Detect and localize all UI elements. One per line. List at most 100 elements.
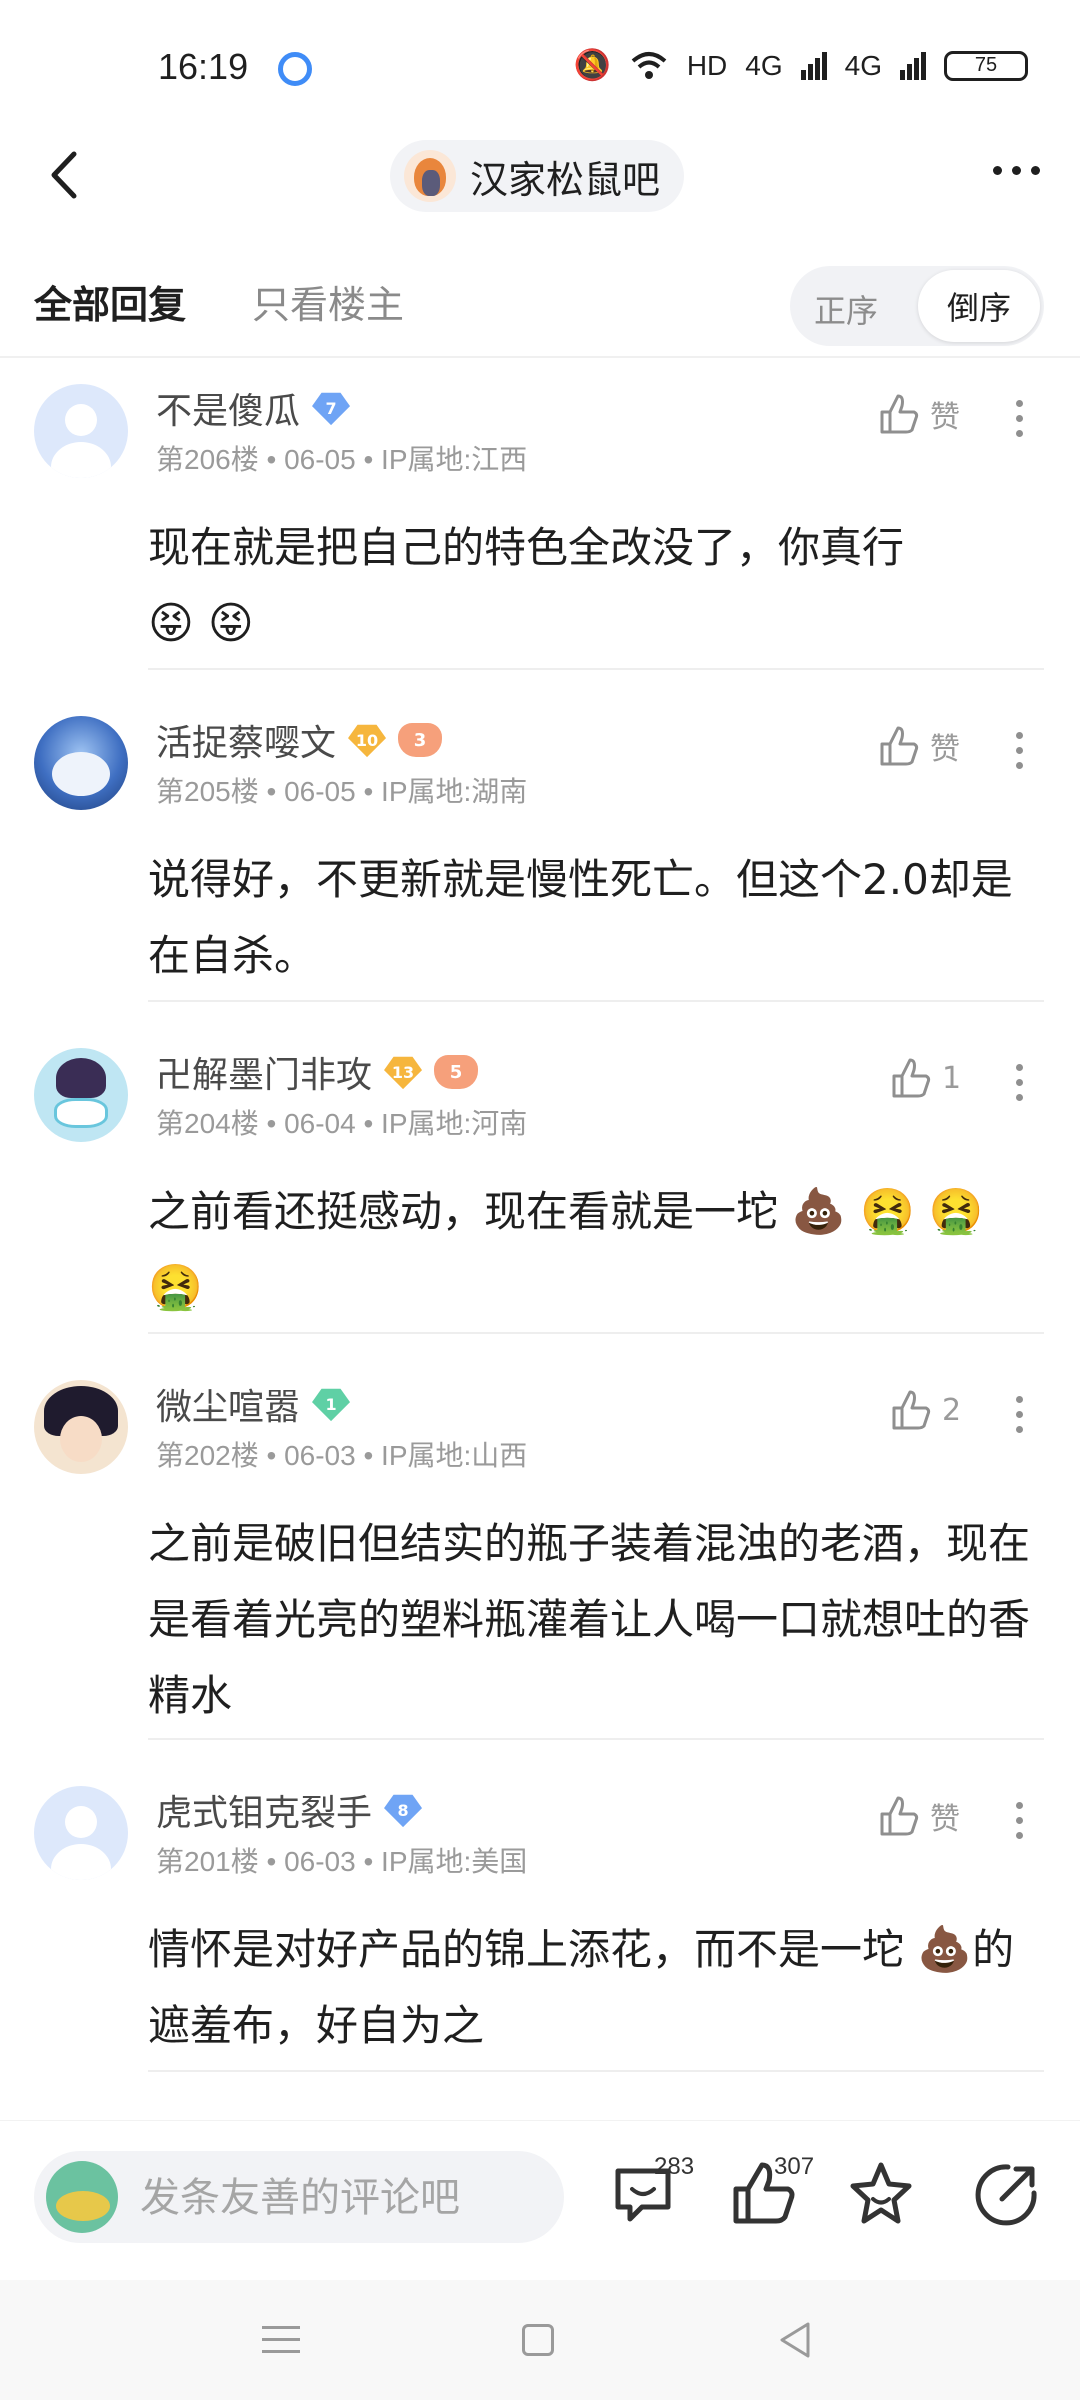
like-button[interactable]: 赞 — [876, 1794, 960, 1838]
share-button[interactable] — [972, 2159, 1052, 2239]
like-button[interactable]: 赞 — [876, 392, 960, 436]
like-button[interactable]: 赞 — [876, 724, 960, 768]
comment-item: 卍解墨门非攻 13 5 第204楼 • 06-04 • IP属地:河南 1 之前… — [0, 1024, 1080, 1334]
signal-icon-2 — [900, 51, 926, 80]
system-navigation-bar — [0, 2280, 1080, 2400]
thumbs-up-icon — [880, 726, 919, 766]
divider — [148, 1000, 1044, 1002]
status-bar: 16:19 🔕 HD 4G 4G 75 — [0, 0, 1080, 120]
comment-content: 说得好，不更新就是慢性死亡。但这个2.0却是在自杀。 — [148, 855, 1013, 980]
comment-meta: 第204楼 • 06-04 • IP属地:河南 — [156, 1108, 528, 1139]
back-icon[interactable] — [44, 150, 84, 200]
username[interactable]: 不是傻瓜 — [156, 382, 300, 434]
sort-asc-button[interactable]: 正序 — [814, 286, 878, 332]
network-label-2: 4G — [844, 49, 882, 81]
comment-more-icon[interactable] — [1016, 400, 1023, 437]
comment-more-icon[interactable] — [1016, 1064, 1023, 1101]
like-count: 2 — [942, 1392, 962, 1428]
forum-link[interactable]: 汉家松鼠吧 — [390, 140, 685, 212]
status-time: 16:19 — [158, 46, 249, 87]
emoji-group: 😝 😝 — [148, 598, 254, 649]
battery-indicator: 75 — [944, 50, 1028, 81]
comment-content: 情怀是对好产品的锦上添花，而不是一坨 💩的遮羞布，好自为之 — [148, 1912, 1048, 2064]
system-back-icon[interactable] — [776, 2320, 816, 2360]
comment-more-icon[interactable] — [1016, 1396, 1023, 1433]
wifi-icon — [631, 51, 667, 79]
like-post-button[interactable]: 307 — [728, 2153, 814, 2239]
mute-icon: 🔕 — [573, 49, 611, 82]
thumbs-up-icon — [880, 394, 919, 434]
avatar[interactable] — [34, 384, 128, 478]
hd-label: HD — [686, 49, 728, 81]
comment-count: 283 — [654, 2153, 695, 2180]
comment-meta: 第201楼 • 06-03 • IP属地:美国 — [156, 1846, 528, 1877]
network-label-1: 4G — [745, 49, 783, 81]
thumbs-up-icon — [892, 1058, 931, 1098]
sort-toggle: 正序 倒序 — [790, 266, 1044, 346]
emoji: 💩 — [917, 1924, 973, 1975]
more-options-icon[interactable] — [993, 166, 1040, 175]
comment-more-icon[interactable] — [1016, 732, 1023, 769]
like-button[interactable]: 1 — [888, 1056, 961, 1100]
comment-meta: 第205楼 • 06-05 • IP属地:湖南 — [156, 776, 528, 807]
comment-item: 虎式钼克裂手 8 第201楼 • 06-03 • IP属地:美国 赞 情怀是对好… — [0, 1762, 1080, 2072]
tab-all-replies[interactable]: 全部回复 — [34, 274, 186, 329]
like-label: 赞 — [930, 400, 960, 435]
like-count: 307 — [774, 2153, 815, 2180]
like-button[interactable]: 2 — [888, 1388, 961, 1432]
username[interactable]: 卍解墨门非攻 — [156, 1046, 372, 1098]
divider — [148, 1332, 1044, 1334]
forum-name: 汉家松鼠吧 — [470, 157, 661, 202]
comment-text: 现在就是把自己的特色全改没了，你真行 — [148, 523, 905, 572]
comment-content: 之前看还挺感动，现在看就是一坨 💩 🤮 🤮 🤮 — [148, 1174, 1048, 1326]
divider — [148, 668, 1044, 670]
avatar[interactable] — [34, 1048, 128, 1142]
divider — [148, 2070, 1044, 2072]
sort-desc-button[interactable]: 倒序 — [918, 270, 1040, 342]
like-count: 1 — [942, 1060, 962, 1096]
fan-badge: 5 — [434, 1055, 479, 1089]
like-label: 赞 — [930, 732, 960, 767]
status-indicators: 🔕 HD 4G 4G 75 — [573, 48, 1028, 83]
favorite-button[interactable] — [846, 2159, 926, 2239]
bottom-action-bar: 283 307 — [0, 2120, 1080, 2281]
recent-apps-icon[interactable] — [262, 2326, 300, 2362]
level-badge: 1 — [312, 1388, 351, 1422]
level-badge: 10 — [348, 724, 387, 758]
comment-input[interactable] — [138, 2169, 542, 2227]
comment-text: 情怀是对好产品的锦上添花，而不是一坨 — [148, 1925, 905, 1974]
app-notification-icon — [278, 52, 312, 86]
username[interactable]: 微尘喧嚣 — [156, 1378, 300, 1430]
comment-text: 之前看还挺感动，现在看就是一坨 — [148, 1187, 779, 1236]
username[interactable]: 虎式钼克裂手 — [156, 1784, 372, 1836]
header: 汉家松鼠吧 — [0, 130, 1080, 220]
level-badge: 13 — [384, 1056, 423, 1090]
comment-item: 活捉蔡嘤文 10 3 第205楼 • 06-05 • IP属地:湖南 赞 说得好… — [0, 692, 1080, 1002]
home-icon[interactable] — [522, 2324, 554, 2356]
fan-badge: 3 — [398, 723, 443, 757]
comment-item: 微尘喧嚣 1 第202楼 • 06-03 • IP属地:山西 2 之前是破旧但结… — [0, 1356, 1080, 1740]
avatar[interactable] — [34, 1786, 128, 1880]
forum-avatar — [404, 150, 456, 202]
level-badge: 7 — [312, 392, 351, 426]
level-badge: 8 — [384, 1794, 423, 1828]
comment-meta: 第206楼 • 06-05 • IP属地:江西 — [156, 444, 528, 475]
divider — [148, 1738, 1044, 1740]
reply-tabs: 全部回复 只看楼主 正序 倒序 — [0, 262, 1080, 352]
tab-op-only[interactable]: 只看楼主 — [252, 274, 404, 329]
comment-content: 现在就是把自己的特色全改没了，你真行 😝 😝 — [148, 510, 1048, 662]
user-avatar[interactable] — [46, 2161, 118, 2233]
username[interactable]: 活捉蔡嘤文 — [156, 714, 336, 766]
comment-more-icon[interactable] — [1016, 1802, 1023, 1839]
signal-icon — [800, 51, 827, 80]
comment-meta: 第202楼 • 06-03 • IP属地:山西 — [156, 1440, 528, 1471]
comment-button[interactable]: 283 — [608, 2153, 694, 2239]
divider — [0, 356, 1080, 358]
thumbs-up-icon — [892, 1390, 931, 1430]
comment-item: 不是傻瓜 7 第206楼 • 06-05 • IP属地:江西 赞 现在就是把自己… — [0, 360, 1080, 670]
star-icon — [850, 2162, 912, 2224]
avatar[interactable] — [34, 716, 128, 810]
avatar[interactable] — [34, 1380, 128, 1474]
thumbs-up-icon — [880, 1796, 919, 1836]
share-icon — [975, 2164, 1037, 2226]
